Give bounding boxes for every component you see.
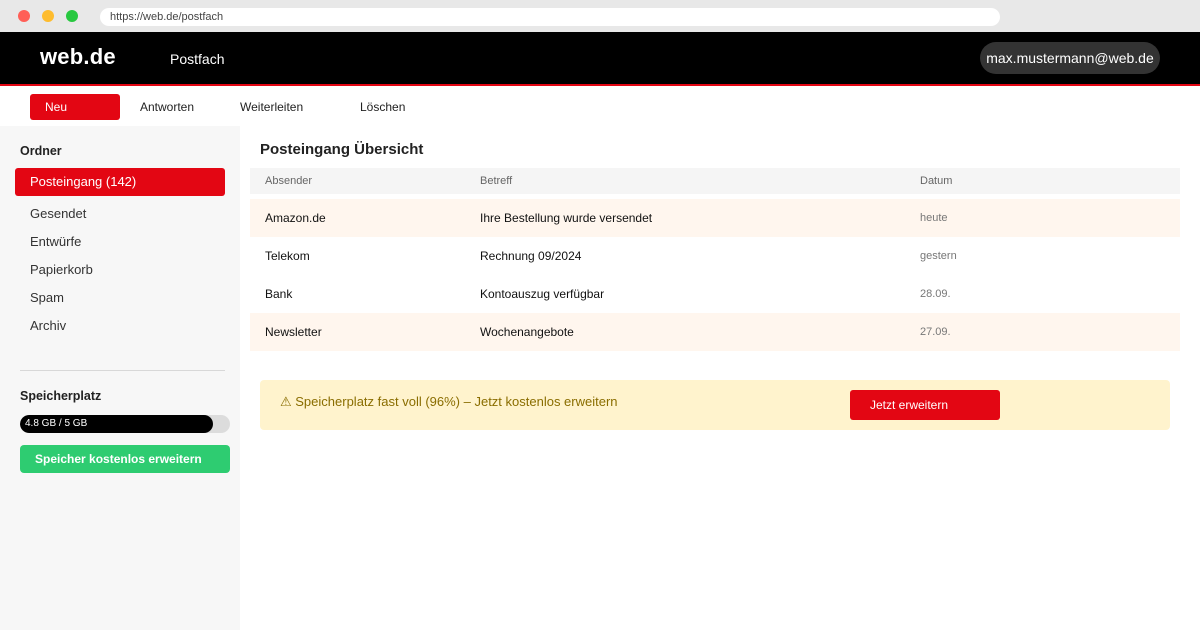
section-title: Postfach xyxy=(170,51,225,67)
delete-button[interactable]: Löschen xyxy=(360,94,405,120)
column-header-date[interactable]: Datum xyxy=(920,168,952,194)
sidebar: Ordner Posteingang (142) Gesendet Entwür… xyxy=(0,126,240,630)
storage-heading: Speicherplatz xyxy=(20,389,102,403)
page-title: Posteingang Übersicht xyxy=(260,141,424,158)
folder-inbox[interactable]: Posteingang (142) xyxy=(15,168,225,196)
table-row[interactable]: Newsletter Wochenangebote 27.09. xyxy=(250,313,1180,351)
account-button[interactable]: max.mustermann@web.de xyxy=(980,42,1160,74)
column-header-subject[interactable]: Betreff xyxy=(480,168,512,194)
webde-logo[interactable]: web.de xyxy=(40,44,116,70)
table-header: Absender Betreff Datum xyxy=(250,168,1180,194)
folders-heading: Ordner xyxy=(20,144,62,158)
email-sender: Telekom xyxy=(265,249,310,263)
folder-trash[interactable]: Papierkorb xyxy=(15,256,225,284)
folder-drafts[interactable]: Entwürfe xyxy=(15,228,225,256)
email-date: heute xyxy=(920,212,948,224)
table-row[interactable]: Amazon.de Ihre Bestellung wurde versende… xyxy=(250,199,1180,237)
top-header: web.de Postfach max.mustermann@web.de xyxy=(0,32,1200,86)
folder-spam[interactable]: Spam xyxy=(15,284,225,312)
folder-archive[interactable]: Archiv xyxy=(15,312,225,340)
email-subject: Wochenangebote xyxy=(480,325,574,339)
email-sender: Bank xyxy=(265,287,293,301)
window-close-button[interactable] xyxy=(18,10,30,22)
email-sender: Newsletter xyxy=(265,325,322,339)
browser-chrome: https://web.de/postfach xyxy=(0,0,1200,32)
forward-button[interactable]: Weiterleiten xyxy=(240,94,303,120)
new-mail-button[interactable]: Neu xyxy=(30,94,120,120)
email-table: Absender Betreff Datum Amazon.de Ihre Be… xyxy=(250,168,1180,351)
storage-warning-banner: ⚠ Speicherplatz fast voll (96%) – Jetzt … xyxy=(260,380,1170,430)
storage-usage-text: 4.8 GB / 5 GB xyxy=(25,418,88,429)
email-subject: Kontoauszug verfügbar xyxy=(480,287,605,301)
email-subject: Ihre Bestellung wurde versendet xyxy=(480,211,653,225)
folder-sent[interactable]: Gesendet xyxy=(15,200,225,228)
address-bar[interactable]: https://web.de/postfach xyxy=(100,8,1000,26)
table-row[interactable]: Bank Kontoauszug verfügbar 28.09. xyxy=(250,275,1180,313)
table-row[interactable]: Telekom Rechnung 09/2024 gestern xyxy=(250,237,1180,275)
expand-storage-button[interactable]: Speicher kostenlos erweitern xyxy=(20,445,230,473)
storage-progress-bar: 4.8 GB / 5 GB xyxy=(20,415,230,433)
reply-button[interactable]: Antworten xyxy=(140,94,194,120)
mail-toolbar: Neu Antworten Weiterleiten Löschen xyxy=(0,86,1200,126)
upgrade-storage-button[interactable]: Jetzt erweitern xyxy=(850,390,1000,420)
column-header-sender[interactable]: Absender xyxy=(265,168,312,194)
window-maximize-button[interactable] xyxy=(66,10,78,22)
email-date: gestern xyxy=(920,250,957,262)
storage-warning-text: ⚠ Speicherplatz fast voll (96%) – Jetzt … xyxy=(280,394,618,409)
email-date: 28.09. xyxy=(920,288,951,300)
email-date: 27.09. xyxy=(920,326,951,338)
email-subject: Rechnung 09/2024 xyxy=(480,249,582,263)
window-minimize-button[interactable] xyxy=(42,10,54,22)
sidebar-divider xyxy=(20,370,225,371)
email-sender: Amazon.de xyxy=(265,211,326,225)
